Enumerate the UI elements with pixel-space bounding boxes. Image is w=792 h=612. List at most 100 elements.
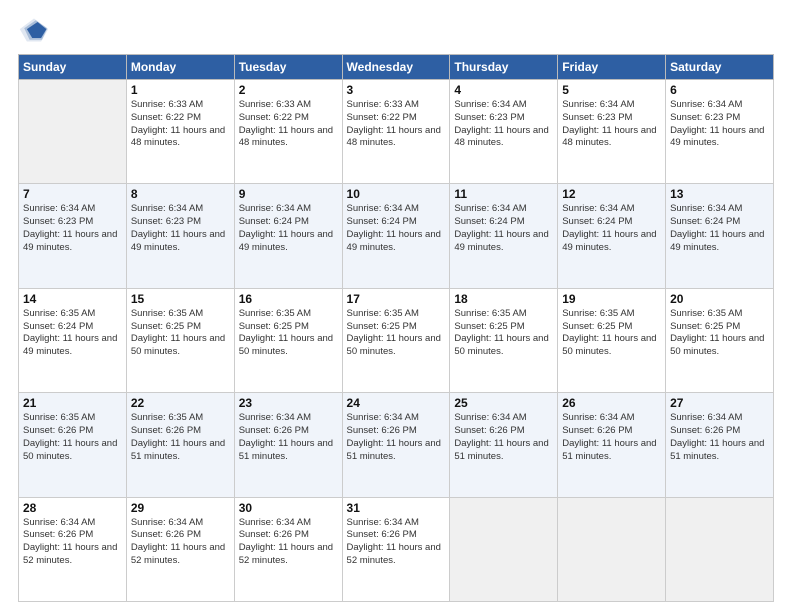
day-info: Sunrise: 6:33 AMSunset: 6:22 PMDaylight:… bbox=[131, 99, 230, 150]
calendar-header: SundayMondayTuesdayWednesdayThursdayFrid… bbox=[19, 55, 774, 80]
day-number: 24 bbox=[347, 396, 446, 410]
header-day-monday: Monday bbox=[126, 55, 234, 80]
day-number: 21 bbox=[23, 396, 122, 410]
day-info: Sunrise: 6:35 AMSunset: 6:26 PMDaylight:… bbox=[23, 412, 122, 463]
day-info: Sunrise: 6:34 AMSunset: 6:26 PMDaylight:… bbox=[239, 517, 338, 568]
calendar-cell: 19 Sunrise: 6:35 AMSunset: 6:25 PMDayligh… bbox=[558, 288, 666, 392]
day-info: Sunrise: 6:34 AMSunset: 6:26 PMDaylight:… bbox=[239, 412, 338, 463]
day-number: 23 bbox=[239, 396, 338, 410]
calendar-cell bbox=[558, 497, 666, 601]
day-number: 31 bbox=[347, 501, 446, 515]
header-day-saturday: Saturday bbox=[666, 55, 774, 80]
day-info: Sunrise: 6:34 AMSunset: 6:26 PMDaylight:… bbox=[670, 412, 769, 463]
logo bbox=[18, 16, 54, 44]
header-day-thursday: Thursday bbox=[450, 55, 558, 80]
calendar-cell: 24 Sunrise: 6:34 AMSunset: 6:26 PMDayligh… bbox=[342, 393, 450, 497]
calendar-cell: 21 Sunrise: 6:35 AMSunset: 6:26 PMDayligh… bbox=[19, 393, 127, 497]
calendar-cell: 13Sunrise: 6:34 AMSunset: 6:24 PMDayligh… bbox=[666, 184, 774, 288]
day-info: Sunrise: 6:34 AMSunset: 6:26 PMDaylight:… bbox=[347, 412, 446, 463]
day-info: Sunrise: 6:35 AMSunset: 6:25 PMDaylight:… bbox=[454, 308, 553, 359]
calendar-body: 1 Sunrise: 6:33 AMSunset: 6:22 PMDaylight… bbox=[19, 80, 774, 602]
day-info: Sunrise: 6:35 AMSunset: 6:25 PMDaylight:… bbox=[562, 308, 661, 359]
calendar-cell: 17 Sunrise: 6:35 AMSunset: 6:25 PMDayligh… bbox=[342, 288, 450, 392]
day-number: 11 bbox=[454, 187, 553, 201]
calendar-cell: 12 Sunrise: 6:34 AMSunset: 6:24 PMDayligh… bbox=[558, 184, 666, 288]
calendar-cell: 27Sunrise: 6:34 AMSunset: 6:26 PMDayligh… bbox=[666, 393, 774, 497]
calendar-cell: 9Sunrise: 6:34 AMSunset: 6:24 PMDaylight… bbox=[234, 184, 342, 288]
day-info: Sunrise: 6:34 AMSunset: 6:23 PMDaylight:… bbox=[454, 99, 553, 150]
day-info: Sunrise: 6:35 AMSunset: 6:25 PMDaylight:… bbox=[670, 308, 769, 359]
header bbox=[18, 16, 774, 44]
day-number: 3 bbox=[347, 83, 446, 97]
calendar-cell: 30 Sunrise: 6:34 AMSunset: 6:26 PMDayligh… bbox=[234, 497, 342, 601]
day-number: 6 bbox=[670, 83, 769, 97]
calendar-week-5: 28 Sunrise: 6:34 AMSunset: 6:26 PMDayligh… bbox=[19, 497, 774, 601]
day-info: Sunrise: 6:34 AMSunset: 6:24 PMDaylight:… bbox=[670, 203, 769, 254]
day-info: Sunrise: 6:34 AMSunset: 6:26 PMDaylight:… bbox=[454, 412, 553, 463]
day-number: 18 bbox=[454, 292, 553, 306]
day-number: 17 bbox=[347, 292, 446, 306]
calendar-week-4: 21 Sunrise: 6:35 AMSunset: 6:26 PMDayligh… bbox=[19, 393, 774, 497]
calendar-cell: 10Sunrise: 6:34 AMSunset: 6:24 PMDayligh… bbox=[342, 184, 450, 288]
calendar-cell: 29 Sunrise: 6:34 AMSunset: 6:26 PMDayligh… bbox=[126, 497, 234, 601]
header-row: SundayMondayTuesdayWednesdayThursdayFrid… bbox=[19, 55, 774, 80]
day-number: 12 bbox=[562, 187, 661, 201]
calendar-cell: 23 Sunrise: 6:34 AMSunset: 6:26 PMDayligh… bbox=[234, 393, 342, 497]
calendar-cell bbox=[666, 497, 774, 601]
calendar-week-3: 14 Sunrise: 6:35 AMSunset: 6:24 PMDayligh… bbox=[19, 288, 774, 392]
header-day-tuesday: Tuesday bbox=[234, 55, 342, 80]
day-number: 29 bbox=[131, 501, 230, 515]
day-number: 8 bbox=[131, 187, 230, 201]
day-info: Sunrise: 6:34 AMSunset: 6:26 PMDaylight:… bbox=[347, 517, 446, 568]
calendar-cell: 8 Sunrise: 6:34 AMSunset: 6:23 PMDaylight… bbox=[126, 184, 234, 288]
calendar-cell: 25 Sunrise: 6:34 AMSunset: 6:26 PMDayligh… bbox=[450, 393, 558, 497]
day-number: 7 bbox=[23, 187, 122, 201]
day-info: Sunrise: 6:34 AMSunset: 6:24 PMDaylight:… bbox=[347, 203, 446, 254]
day-number: 28 bbox=[23, 501, 122, 515]
day-number: 19 bbox=[562, 292, 661, 306]
calendar-cell: 6 Sunrise: 6:34 AMSunset: 6:23 PMDaylight… bbox=[666, 80, 774, 184]
day-number: 30 bbox=[239, 501, 338, 515]
day-info: Sunrise: 6:35 AMSunset: 6:24 PMDaylight:… bbox=[23, 308, 122, 359]
calendar-cell: 5Sunrise: 6:34 AMSunset: 6:23 PMDaylight… bbox=[558, 80, 666, 184]
day-number: 22 bbox=[131, 396, 230, 410]
day-number: 26 bbox=[562, 396, 661, 410]
day-info: Sunrise: 6:34 AMSunset: 6:23 PMDaylight:… bbox=[670, 99, 769, 150]
header-day-wednesday: Wednesday bbox=[342, 55, 450, 80]
calendar-cell: 7 Sunrise: 6:34 AMSunset: 6:23 PMDaylight… bbox=[19, 184, 127, 288]
calendar-cell bbox=[450, 497, 558, 601]
day-info: Sunrise: 6:33 AMSunset: 6:22 PMDaylight:… bbox=[239, 99, 338, 150]
calendar-cell: 15Sunrise: 6:35 AMSunset: 6:25 PMDayligh… bbox=[126, 288, 234, 392]
day-number: 14 bbox=[23, 292, 122, 306]
header-day-friday: Friday bbox=[558, 55, 666, 80]
calendar-cell: 20 Sunrise: 6:35 AMSunset: 6:25 PMDayligh… bbox=[666, 288, 774, 392]
day-info: Sunrise: 6:34 AMSunset: 6:26 PMDaylight:… bbox=[23, 517, 122, 568]
calendar-cell: 4Sunrise: 6:34 AMSunset: 6:23 PMDaylight… bbox=[450, 80, 558, 184]
day-number: 1 bbox=[131, 83, 230, 97]
calendar-week-2: 7 Sunrise: 6:34 AMSunset: 6:23 PMDaylight… bbox=[19, 184, 774, 288]
calendar-cell: 22 Sunrise: 6:35 AMSunset: 6:26 PMDayligh… bbox=[126, 393, 234, 497]
logo-icon bbox=[18, 16, 50, 44]
day-info: Sunrise: 6:33 AMSunset: 6:22 PMDaylight:… bbox=[347, 99, 446, 150]
calendar-table: SundayMondayTuesdayWednesdayThursdayFrid… bbox=[18, 54, 774, 602]
day-info: Sunrise: 6:34 AMSunset: 6:23 PMDaylight:… bbox=[131, 203, 230, 254]
calendar-cell: 28 Sunrise: 6:34 AMSunset: 6:26 PMDayligh… bbox=[19, 497, 127, 601]
day-info: Sunrise: 6:34 AMSunset: 6:26 PMDaylight:… bbox=[562, 412, 661, 463]
day-number: 25 bbox=[454, 396, 553, 410]
day-info: Sunrise: 6:34 AMSunset: 6:23 PMDaylight:… bbox=[23, 203, 122, 254]
calendar-cell: 11Sunrise: 6:34 AMSunset: 6:24 PMDayligh… bbox=[450, 184, 558, 288]
day-number: 9 bbox=[239, 187, 338, 201]
day-info: Sunrise: 6:34 AMSunset: 6:24 PMDaylight:… bbox=[562, 203, 661, 254]
calendar-cell: 14 Sunrise: 6:35 AMSunset: 6:24 PMDayligh… bbox=[19, 288, 127, 392]
day-info: Sunrise: 6:34 AMSunset: 6:26 PMDaylight:… bbox=[131, 517, 230, 568]
header-day-sunday: Sunday bbox=[19, 55, 127, 80]
calendar-cell: 1 Sunrise: 6:33 AMSunset: 6:22 PMDaylight… bbox=[126, 80, 234, 184]
day-info: Sunrise: 6:34 AMSunset: 6:23 PMDaylight:… bbox=[562, 99, 661, 150]
day-number: 20 bbox=[670, 292, 769, 306]
day-info: Sunrise: 6:35 AMSunset: 6:25 PMDaylight:… bbox=[347, 308, 446, 359]
calendar-cell: 2Sunrise: 6:33 AMSunset: 6:22 PMDaylight… bbox=[234, 80, 342, 184]
calendar-cell: 3 Sunrise: 6:33 AMSunset: 6:22 PMDaylight… bbox=[342, 80, 450, 184]
calendar-cell: 31 Sunrise: 6:34 AMSunset: 6:26 PMDayligh… bbox=[342, 497, 450, 601]
calendar-cell bbox=[19, 80, 127, 184]
day-info: Sunrise: 6:35 AMSunset: 6:26 PMDaylight:… bbox=[131, 412, 230, 463]
